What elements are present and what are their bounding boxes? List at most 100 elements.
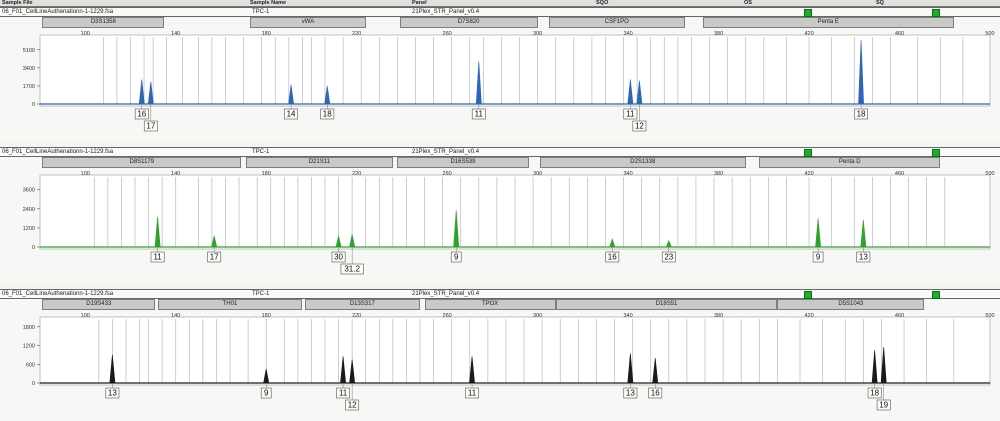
os-header[interactable]: OS [744, 0, 752, 6]
marker-label[interactable]: CSF1PO [548, 17, 685, 28]
allele-label: 11 [339, 389, 348, 398]
x-tick-label: 140 [171, 313, 180, 319]
marker-label[interactable]: Penta D [759, 157, 941, 168]
allele-label: 17 [146, 122, 155, 131]
x-tick-label: 420 [804, 31, 813, 37]
x-tick-label: 260 [443, 313, 452, 319]
allele-label: 12 [635, 122, 644, 131]
allele-label: 11 [626, 110, 635, 119]
x-tick-label: 180 [262, 31, 271, 37]
marker-label[interactable]: D7S820 [399, 17, 538, 28]
allele-label: 14 [287, 110, 296, 119]
marker-label[interactable]: D2S1338 [539, 157, 746, 168]
x-tick-label: 500 [985, 171, 994, 177]
allele-label: 30 [334, 253, 343, 262]
allele-label: 16 [137, 110, 146, 119]
y-tick-label: 0 [32, 381, 35, 387]
x-tick-label: 460 [895, 171, 904, 177]
allele-label: 19 [879, 401, 888, 410]
marker-label[interactable]: TPOX [424, 299, 556, 310]
electropherogram-panel-green: 06_F01_CellLineAuthenationn-1-1229.fsa TP… [0, 147, 1000, 285]
marker-label[interactable]: D5S1043 [777, 299, 925, 310]
x-tick-label: 380 [714, 31, 723, 37]
electropherogram-panel-black: 06_F01_CellLineAuthenationn-1-1229.fsa TP… [0, 289, 1000, 421]
allele-label: 11 [468, 389, 477, 398]
y-tick-label: 1200 [23, 226, 35, 232]
marker-label[interactable]: D3S1358 [42, 17, 165, 28]
allele-label: 18 [870, 389, 879, 398]
y-tick-label: 3600 [23, 188, 35, 194]
x-tick-label: 100 [81, 31, 90, 37]
x-tick-label: 500 [985, 31, 994, 37]
allele-label: 17 [210, 253, 219, 262]
x-tick-label: 340 [624, 313, 633, 319]
allele-label: 11 [475, 110, 484, 119]
allele-label: 13 [859, 253, 868, 262]
allele-label: 13 [108, 389, 117, 398]
x-tick-label: 300 [533, 31, 542, 37]
marker-label[interactable]: Penta E [702, 17, 954, 28]
marker-label[interactable]: D19S433 [42, 299, 156, 310]
plot-area [39, 316, 991, 386]
marker-bar: D3S1358 vWA D7S820 CSF1PO Penta E [42, 16, 990, 28]
y-tick-label: 600 [26, 362, 35, 368]
x-tick-label: 260 [443, 31, 452, 37]
allele-label: 18 [857, 110, 866, 119]
x-tick-label: 140 [171, 31, 180, 37]
x-tick-label: 500 [985, 313, 994, 319]
marker-label[interactable]: TH01 [157, 299, 303, 310]
sqo-header[interactable]: SQO [596, 0, 608, 6]
x-tick-label: 100 [81, 313, 90, 319]
y-tick-label: 1200 [23, 344, 35, 350]
marker-label[interactable]: D8S1179 [42, 157, 242, 168]
sample-file-header[interactable]: Sample File [2, 0, 33, 6]
marker-bar: D8S1179 D21S11 D16S539 D2S1338 Penta D [42, 156, 990, 168]
sq-header[interactable]: SQ [876, 0, 884, 6]
x-tick-label: 260 [443, 171, 452, 177]
y-tick-label: 0 [32, 102, 35, 108]
allele-label: 18 [323, 110, 332, 119]
x-tick-label: 380 [714, 313, 723, 319]
x-tick-label: 380 [714, 171, 723, 177]
marker-label[interactable]: D21S11 [245, 157, 393, 168]
sample-name-header[interactable]: Sample Name [250, 0, 286, 6]
x-tick-label: 220 [352, 313, 361, 319]
x-tick-label: 100 [81, 171, 90, 177]
marker-bar: D19S433 TH01 D13S317 TPOX D18S51 D5S1043 [42, 298, 990, 310]
y-tick-label: 1700 [23, 84, 35, 90]
x-tick-label: 340 [624, 31, 633, 37]
marker-label[interactable]: D16S539 [397, 157, 529, 168]
x-tick-label: 300 [533, 313, 542, 319]
x-tick-label: 180 [262, 313, 271, 319]
x-tick-label: 340 [624, 171, 633, 177]
allele-label: 9 [816, 253, 821, 262]
x-tick-label: 220 [352, 31, 361, 37]
y-tick-label: 3400 [23, 66, 35, 72]
marker-label[interactable]: D13S317 [304, 299, 420, 310]
allele-label: 12 [348, 401, 357, 410]
allele-label: 23 [664, 253, 673, 262]
x-tick-label: 420 [804, 313, 813, 319]
x-tick-label: 300 [533, 171, 542, 177]
allele-label: 13 [626, 389, 635, 398]
marker-label[interactable]: D18S51 [555, 299, 778, 310]
allele-label: 16 [608, 253, 617, 262]
y-tick-label: 5100 [23, 48, 35, 54]
allele-label: 9 [454, 253, 459, 262]
x-tick-label: 460 [895, 31, 904, 37]
x-tick-label: 420 [804, 171, 813, 177]
marker-label[interactable]: vWA [250, 17, 366, 28]
y-tick-label: 0 [32, 245, 35, 251]
x-tick-label: 220 [352, 171, 361, 177]
panel-header[interactable]: Panel [412, 0, 427, 6]
x-tick-label: 180 [262, 171, 271, 177]
allele-label: 31.2 [344, 265, 360, 274]
x-tick-label: 140 [171, 171, 180, 177]
allele-label: 16 [651, 389, 660, 398]
allele-label: 9 [264, 389, 269, 398]
y-tick-label: 2400 [23, 207, 35, 213]
y-tick-label: 1800 [23, 325, 35, 331]
column-header-bar: Sample File Sample Name Panel SQO OS SQ [0, 0, 1000, 7]
x-tick-label: 460 [895, 313, 904, 319]
electropherogram-panel-blue: 06_F01_CellLineAuthenationn-1-1229.fsa TP… [0, 7, 1000, 142]
